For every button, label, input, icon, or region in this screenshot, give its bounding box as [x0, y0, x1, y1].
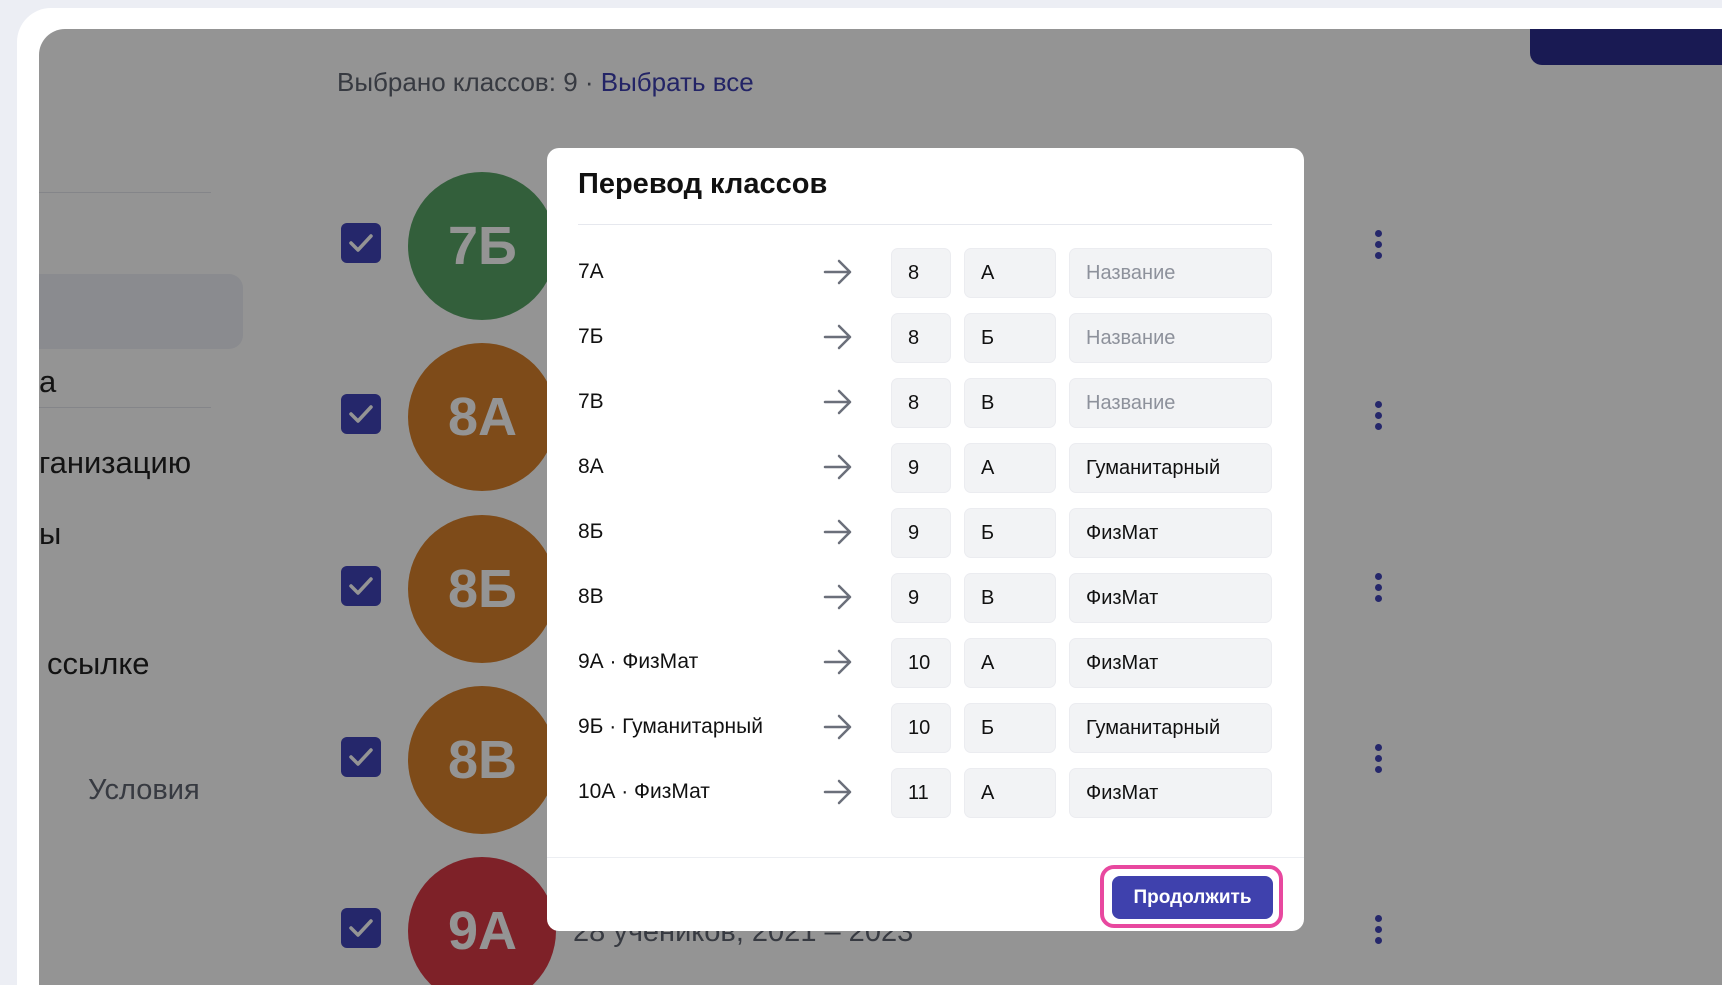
continue-button[interactable]: Продолжить	[1112, 876, 1273, 919]
arrow-right-icon	[823, 779, 853, 805]
class-name-field[interactable]: Гуманитарный	[1069, 703, 1272, 753]
arrow-right-icon	[823, 649, 853, 675]
transfer-row: 7А 8 А Название	[547, 248, 1304, 298]
grade-number-field[interactable]: 8	[891, 313, 951, 363]
grade-number-field[interactable]: 9	[891, 508, 951, 558]
class-name-field[interactable]: Название	[1069, 248, 1272, 298]
class-letter-field[interactable]: В	[964, 573, 1056, 623]
class-name-field[interactable]: Название	[1069, 378, 1272, 428]
arrow-right-icon	[823, 389, 853, 415]
source-class-label: 7В	[578, 390, 604, 413]
class-name-field[interactable]: ФизМат	[1069, 573, 1272, 623]
transfer-row: 9Б · Гуманитарный 10 Б Гуманитарный	[547, 703, 1304, 753]
class-letter-field[interactable]: Б	[964, 703, 1056, 753]
class-name-field[interactable]: ФизМат	[1069, 638, 1272, 688]
source-class-label: 8А	[578, 455, 604, 478]
transfer-row: 7В 8 В Название	[547, 378, 1304, 428]
app-screen: а ганизацию ы ссылке Условия Выбрано кла…	[39, 29, 1722, 985]
transfer-row: 10А · ФизМат 11 А ФизМат	[547, 768, 1304, 818]
modal-footer-divider	[547, 857, 1304, 858]
transfer-classes-modal: Перевод классов 7А 8 А Название 7Б 8 Б Название…	[547, 148, 1304, 931]
arrow-right-icon	[823, 714, 853, 740]
arrow-right-icon	[823, 259, 853, 285]
class-name-field[interactable]: ФизМат	[1069, 508, 1272, 558]
modal-title: Перевод классов	[578, 168, 828, 200]
grade-number-field[interactable]: 8	[891, 378, 951, 428]
transfer-row: 9А · ФизМат 10 А ФизМат	[547, 638, 1304, 688]
class-name-field[interactable]: Название	[1069, 313, 1272, 363]
transfer-row: 8В 9 В ФизМат	[547, 573, 1304, 623]
arrow-right-icon	[823, 324, 853, 350]
source-class-label: 8Б	[578, 520, 604, 543]
transfer-row: 7Б 8 Б Название	[547, 313, 1304, 363]
source-class-label: 10А · ФизМат	[578, 780, 710, 803]
arrow-right-icon	[823, 584, 853, 610]
transfer-row: 8Б 9 Б ФизМат	[547, 508, 1304, 558]
source-class-label: 9А · ФизМат	[578, 650, 699, 673]
class-letter-field[interactable]: Б	[964, 313, 1056, 363]
source-class-label: 7Б	[578, 325, 604, 348]
grade-number-field[interactable]: 9	[891, 573, 951, 623]
transfer-row: 8А 9 А Гуманитарный	[547, 443, 1304, 493]
arrow-right-icon	[823, 519, 853, 545]
grade-number-field[interactable]: 8	[891, 248, 951, 298]
grade-number-field[interactable]: 10	[891, 638, 951, 688]
grade-number-field[interactable]: 9	[891, 443, 951, 493]
source-class-label: 9Б · Гуманитарный	[578, 715, 763, 738]
arrow-right-icon	[823, 454, 853, 480]
class-letter-field[interactable]: В	[964, 378, 1056, 428]
grade-number-field[interactable]: 10	[891, 703, 951, 753]
class-letter-field[interactable]: А	[964, 443, 1056, 493]
class-letter-field[interactable]: А	[964, 638, 1056, 688]
modal-divider	[578, 224, 1272, 225]
class-letter-field[interactable]: А	[964, 248, 1056, 298]
class-letter-field[interactable]: А	[964, 768, 1056, 818]
class-letter-field[interactable]: Б	[964, 508, 1056, 558]
source-class-label: 8В	[578, 585, 604, 608]
class-name-field[interactable]: Гуманитарный	[1069, 443, 1272, 493]
device-frame: а ганизацию ы ссылке Условия Выбрано кла…	[17, 8, 1722, 985]
source-class-label: 7А	[578, 260, 604, 283]
grade-number-field[interactable]: 11	[891, 768, 951, 818]
class-name-field[interactable]: ФизМат	[1069, 768, 1272, 818]
